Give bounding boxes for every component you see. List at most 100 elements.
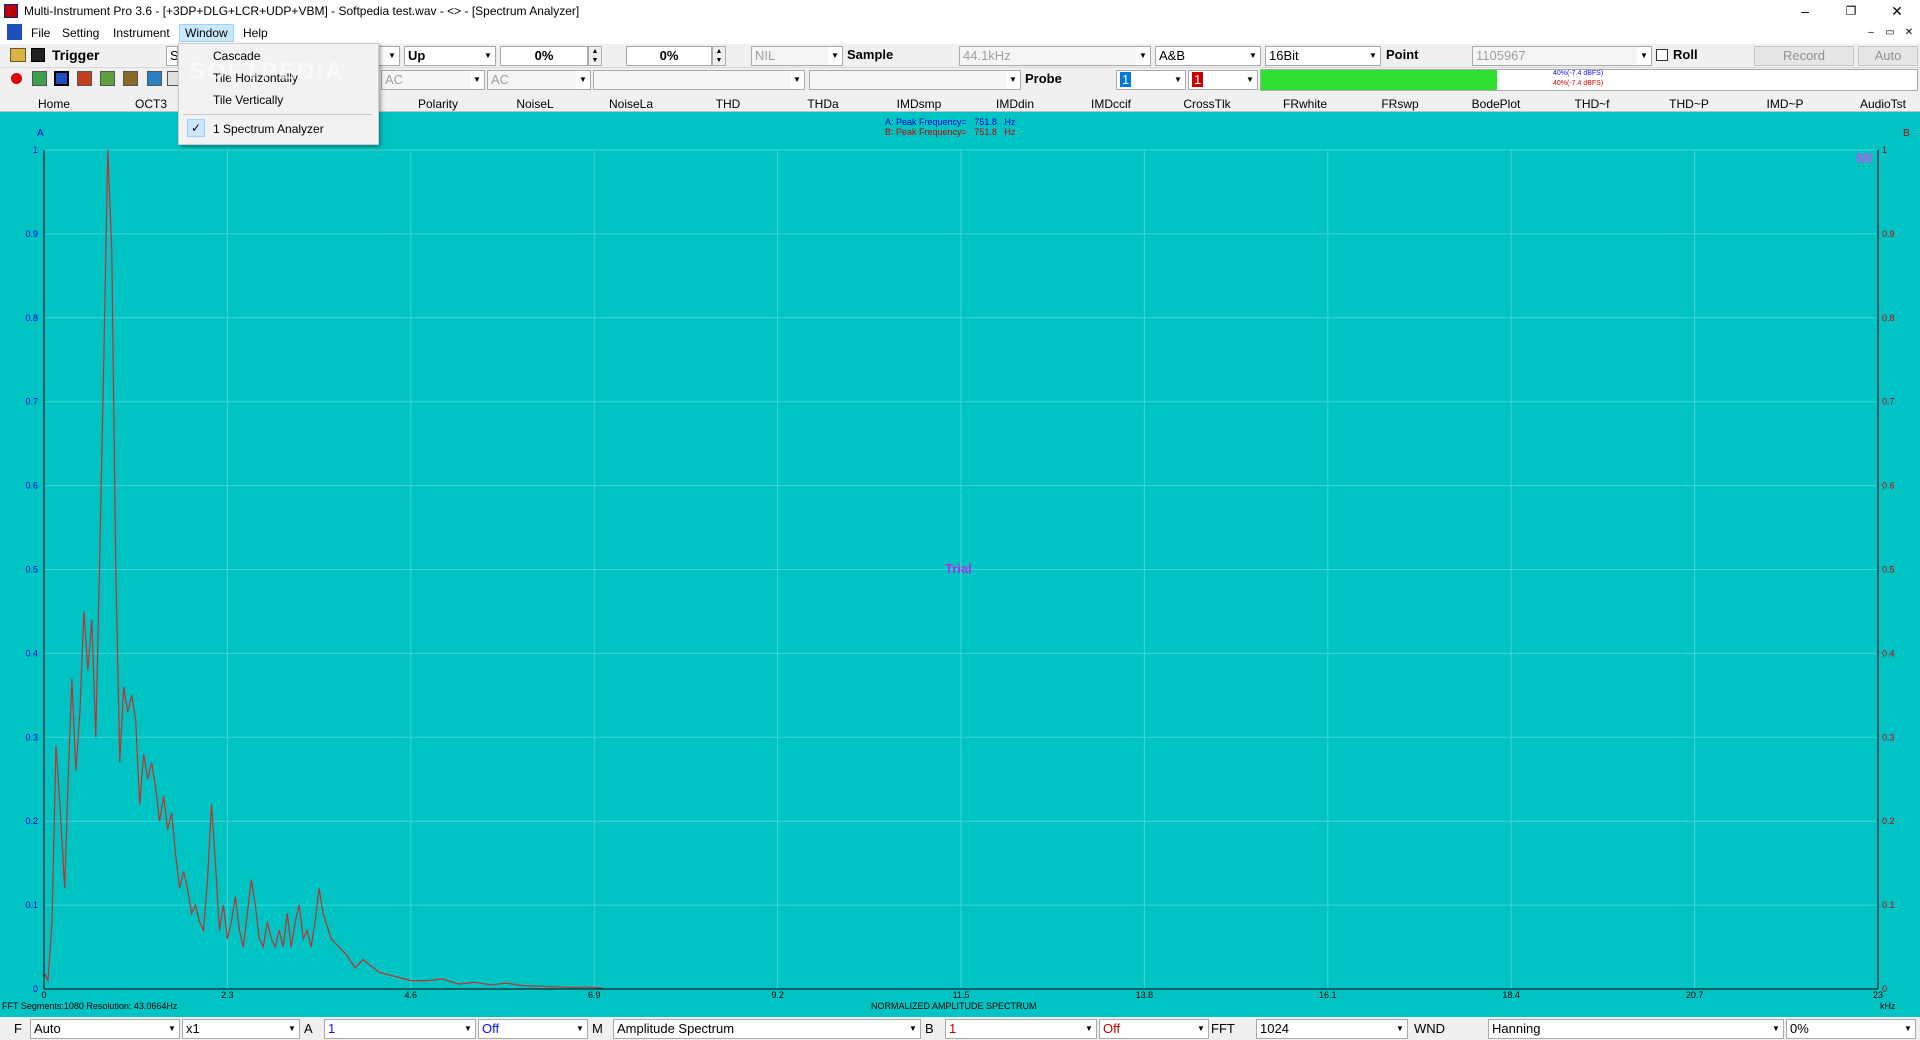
- trigger-mode-combo[interactable]: ▼: [378, 46, 400, 66]
- mdi-restore-button[interactable]: ▭: [1881, 26, 1899, 40]
- menu-help[interactable]: Help: [238, 25, 273, 41]
- tab-thd-f[interactable]: THD~f: [1557, 97, 1627, 111]
- oscilloscope-icon[interactable]: [32, 71, 47, 86]
- tab-thd-p[interactable]: THD~P: [1654, 97, 1724, 111]
- tab-thda[interactable]: THDa: [788, 97, 858, 111]
- y-tick-label-b: 0.8: [1882, 313, 1895, 323]
- menu-separator: [183, 114, 372, 115]
- multiplier-value: x1: [186, 1021, 200, 1036]
- tab-audiotst[interactable]: AudioTst: [1848, 97, 1918, 111]
- peak-b-value: 751.8: [974, 127, 997, 137]
- trigger-source-combo[interactable]: S: [166, 46, 178, 66]
- spectrogram-icon[interactable]: [77, 71, 92, 86]
- x-tick-label: 4.6: [405, 990, 418, 1000]
- x-tick-label: 0: [41, 990, 46, 1000]
- y-tick-label-a: 0.4: [25, 648, 38, 658]
- menu-setting[interactable]: Setting: [57, 25, 104, 41]
- fft-size-combo[interactable]: 1024 ▼: [1256, 1019, 1408, 1039]
- dsp-icon[interactable]: [147, 71, 162, 86]
- close-button[interactable]: ✕: [1874, 0, 1920, 22]
- menu-instrument[interactable]: Instrument: [108, 25, 175, 41]
- tab-home[interactable]: Home: [19, 97, 89, 111]
- multiplier-combo[interactable]: x1 ▼: [182, 1019, 300, 1039]
- y-tick-label-a: 0.5: [25, 565, 38, 575]
- record-button[interactable]: Record: [1754, 46, 1854, 66]
- sample-rate-combo[interactable]: 44.1kHz ▼: [959, 46, 1151, 66]
- roll-checkbox[interactable]: [1656, 49, 1668, 61]
- minimize-button[interactable]: –: [1782, 0, 1828, 22]
- tab-imd-p[interactable]: IMD~P: [1750, 97, 1820, 111]
- probe-label: Probe: [1025, 71, 1062, 86]
- menu-item-spectrum-analyzer[interactable]: 1 Spectrum Analyzer: [179, 119, 376, 139]
- y-tick-label-b: 0.9: [1882, 229, 1895, 239]
- range-b-combo[interactable]: ▼: [809, 70, 1021, 90]
- channels-combo[interactable]: A&B ▼: [1155, 46, 1261, 66]
- point-combo[interactable]: 1105967 ▼: [1472, 46, 1652, 66]
- probe-b-value: 1: [1192, 72, 1204, 87]
- menu-window[interactable]: Window: [179, 24, 234, 42]
- fft-label: FFT: [1211, 1021, 1235, 1036]
- probe-a-value: 1: [1120, 72, 1132, 87]
- coupling-a-value: AC: [385, 72, 404, 87]
- mdi-close-button[interactable]: ✕: [1900, 26, 1918, 40]
- tab-oct3[interactable]: OCT3: [116, 97, 186, 111]
- x-tick-label: 11.5: [953, 990, 970, 1000]
- tab-imdccif[interactable]: IMDccif: [1076, 97, 1146, 111]
- window-function-combo[interactable]: Hanning ▼: [1488, 1019, 1784, 1039]
- menu-file[interactable]: File: [26, 25, 55, 41]
- probe-a-combo[interactable]: 1 ▼: [1116, 70, 1186, 90]
- level-a-text: 40%(-7.4 dBFS): [1553, 70, 1604, 77]
- tab-bodeplot[interactable]: BodePlot: [1461, 97, 1531, 111]
- trigger-slope-combo[interactable]: Up ▼: [404, 46, 496, 66]
- b-off-value: Off: [1103, 1021, 1121, 1036]
- range-a-combo[interactable]: ▼: [593, 70, 805, 90]
- x-tick-label: 6.9: [588, 990, 601, 1000]
- a-scale-value: 1: [328, 1021, 336, 1036]
- b-scale-combo[interactable]: 1 ▼: [945, 1019, 1097, 1039]
- spectrum-analyzer-icon[interactable]: [54, 71, 69, 86]
- chevron-down-icon: ▼: [828, 47, 842, 65]
- document-icon[interactable]: [7, 24, 22, 40]
- pretrigger-stepper[interactable]: ▲ ▼: [712, 46, 726, 66]
- tab-imddin[interactable]: IMDdin: [980, 97, 1050, 111]
- y-tick-label-b: 0.4: [1882, 648, 1895, 658]
- save-icon[interactable]: [31, 48, 45, 62]
- mdi-minimize-button[interactable]: –: [1862, 26, 1880, 40]
- open-folder-icon[interactable]: [10, 48, 26, 62]
- spectrum-mode-combo[interactable]: Amplitude Spectrum ▼: [613, 1019, 921, 1039]
- restore-button[interactable]: ❐: [1828, 0, 1874, 22]
- x-tick-label: 18.4: [1502, 990, 1520, 1000]
- probe-b-combo[interactable]: 1 ▼: [1188, 70, 1258, 90]
- trigger-slope-value: Up: [408, 48, 426, 63]
- multimeter-icon[interactable]: [100, 71, 115, 86]
- menu-item-tile-vertically[interactable]: Tile Vertically: [179, 90, 376, 110]
- trigger-level-input[interactable]: 0%: [500, 46, 588, 66]
- tab-frswp[interactable]: FRswp: [1365, 97, 1435, 111]
- a-scale-combo[interactable]: 1 ▼: [324, 1019, 476, 1039]
- tab-noisel[interactable]: NoiseL: [500, 97, 570, 111]
- b-label: B: [925, 1021, 934, 1036]
- tab-thd[interactable]: THD: [693, 97, 763, 111]
- tab-imdsmp[interactable]: IMDsmp: [884, 97, 954, 111]
- generator-icon[interactable]: [123, 71, 138, 86]
- bit-depth-combo[interactable]: 16Bit ▼: [1265, 46, 1381, 66]
- tab-crosstlk[interactable]: CrossTlk: [1172, 97, 1242, 111]
- auto-button[interactable]: Auto: [1858, 46, 1918, 66]
- a-off-combo[interactable]: Off ▼: [478, 1019, 588, 1039]
- x-tick-label: 13.8: [1136, 990, 1154, 1000]
- b-off-combo[interactable]: Off ▼: [1099, 1019, 1209, 1039]
- a-label: A: [304, 1021, 313, 1036]
- trigger-level-stepper[interactable]: ▲ ▼: [588, 46, 602, 66]
- coupling-a-combo[interactable]: AC ▼: [381, 70, 485, 90]
- overlap-combo[interactable]: 0% ▼: [1786, 1019, 1916, 1039]
- x-tick-label: 23: [1873, 990, 1883, 1000]
- tab-polarity[interactable]: Polarity: [403, 97, 473, 111]
- pretrigger-input[interactable]: 0%: [626, 46, 712, 66]
- trial-watermark: Trial: [945, 561, 972, 576]
- frequency-range-combo[interactable]: Auto ▼: [30, 1019, 180, 1039]
- tab-frwhite[interactable]: FRwhite: [1270, 97, 1340, 111]
- record-icon[interactable]: [11, 73, 22, 84]
- tab-noisela[interactable]: NoiseLa: [596, 97, 666, 111]
- coupling-b-combo[interactable]: AC ▼: [487, 70, 591, 90]
- channel-combo[interactable]: NIL ▼: [751, 46, 843, 66]
